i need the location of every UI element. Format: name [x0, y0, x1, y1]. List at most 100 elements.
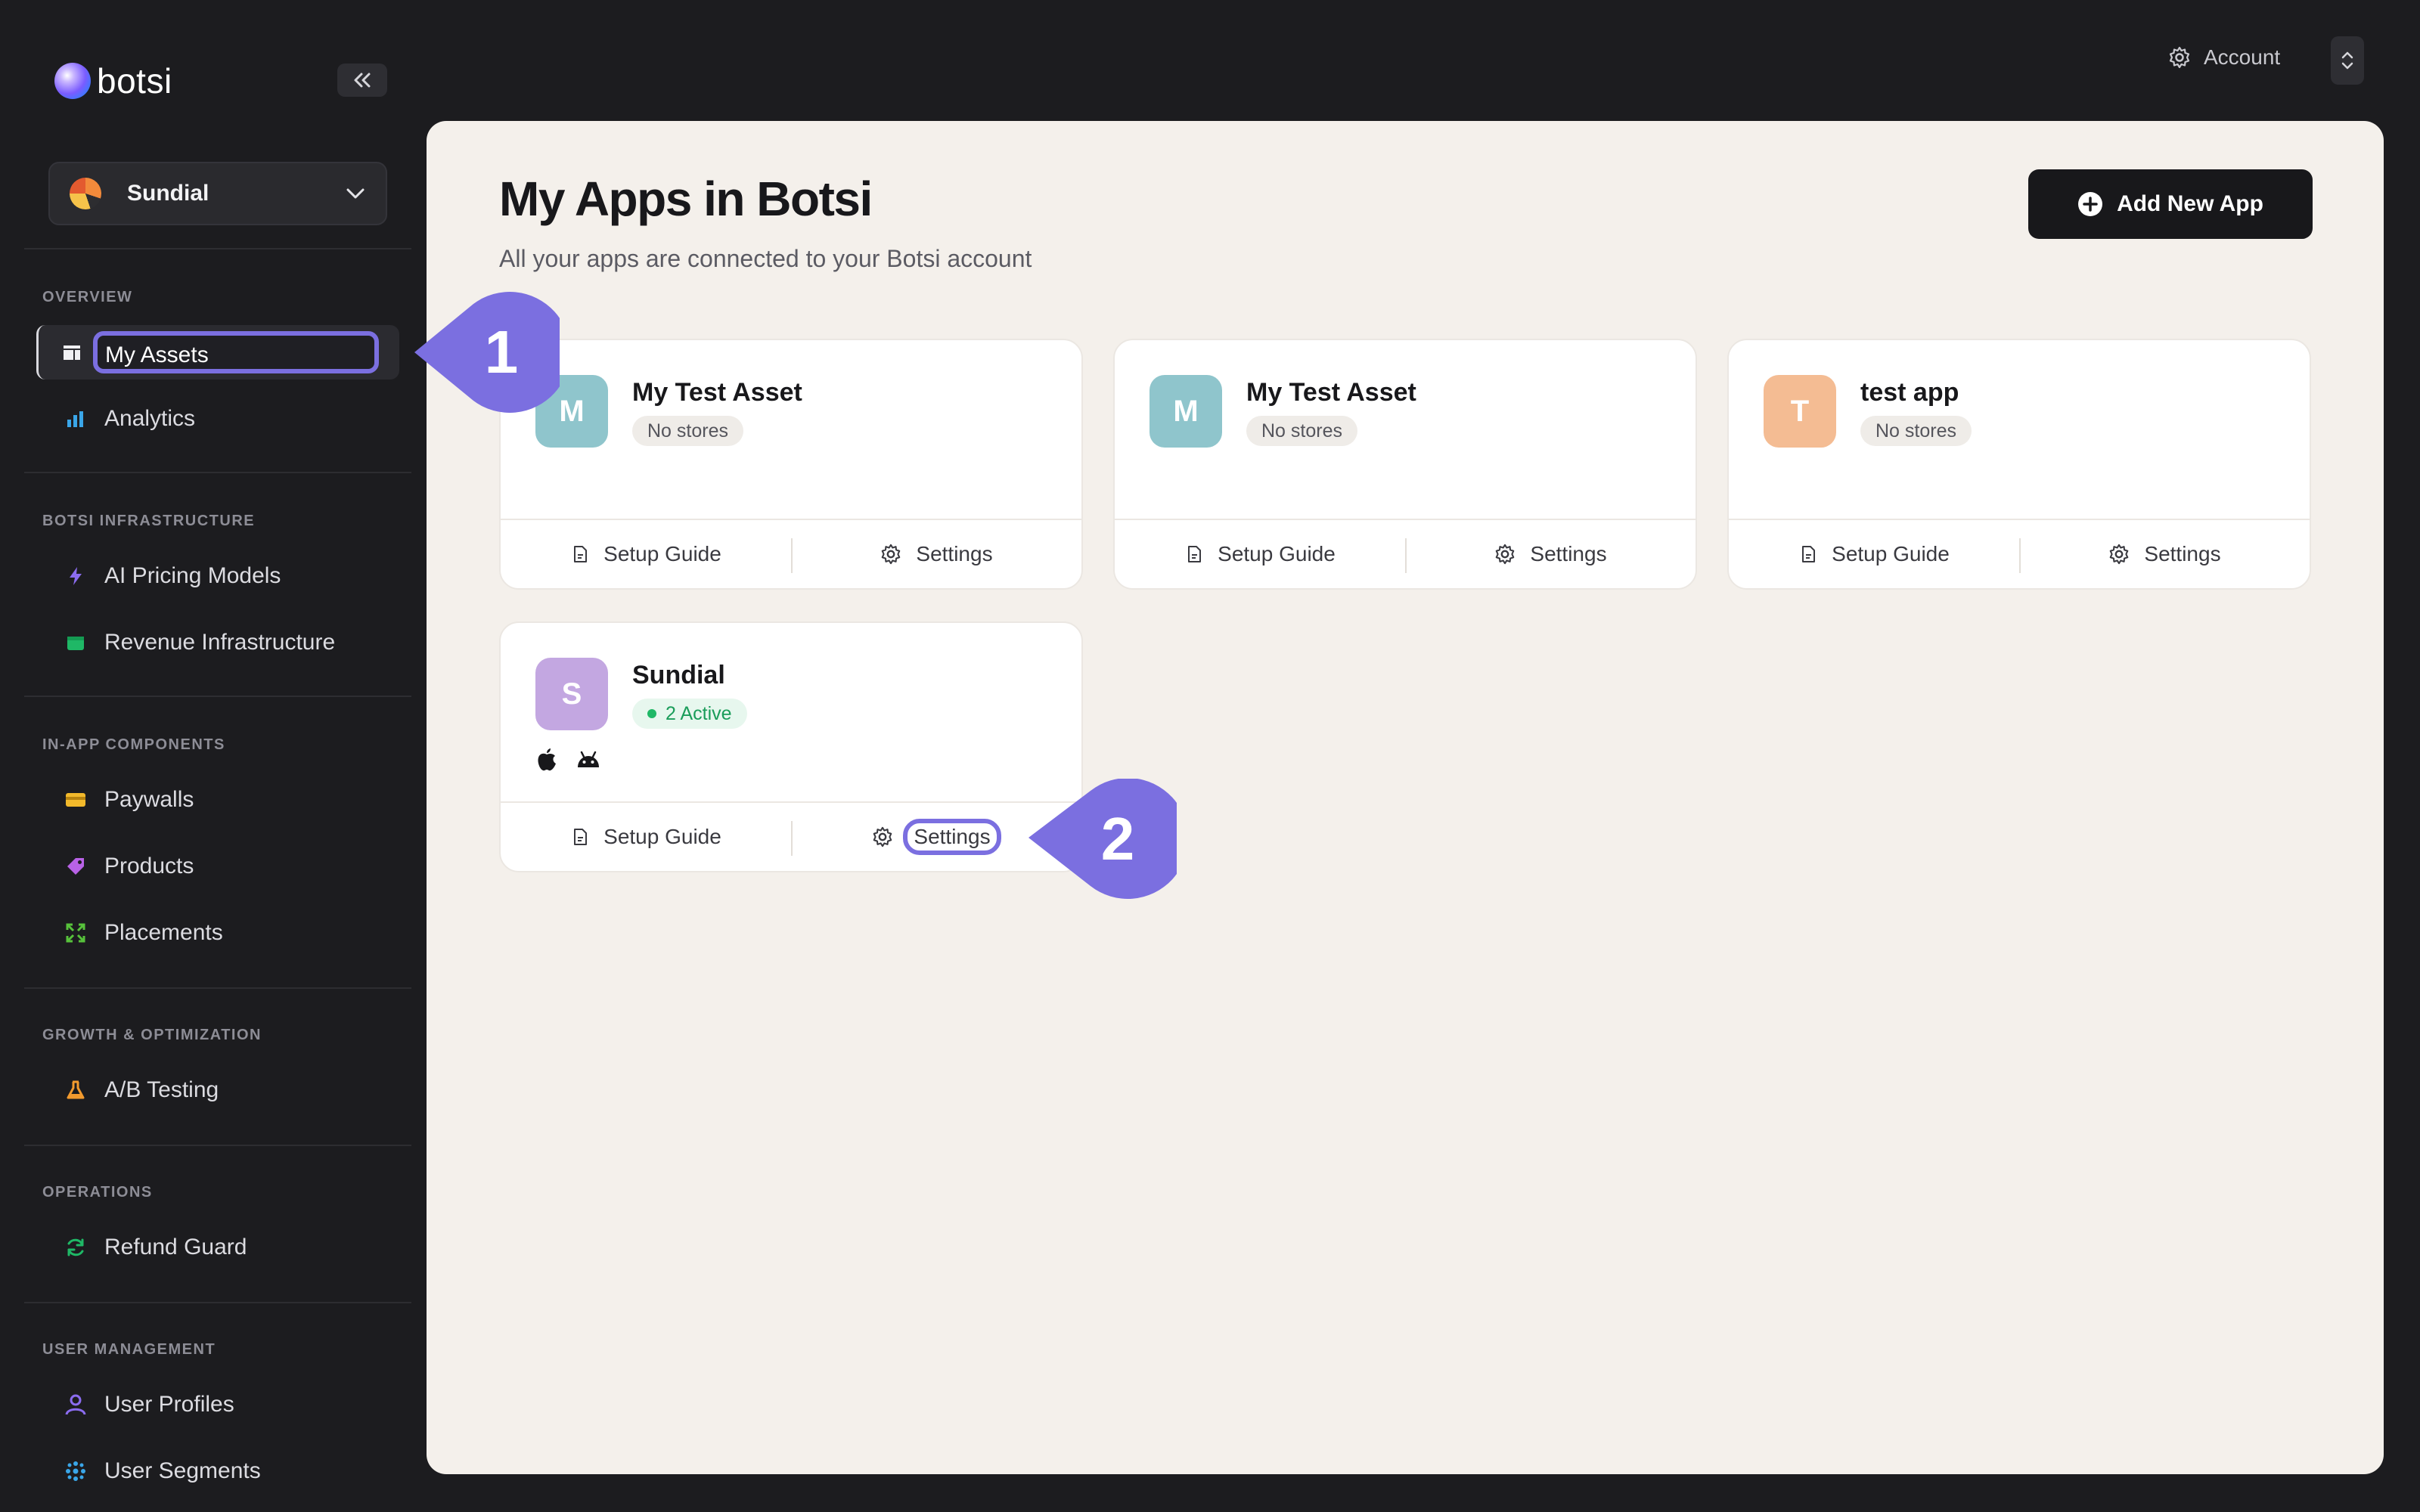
section-title-infrastructure: BOTSI INFRASTRUCTURE [42, 513, 256, 529]
user-icon [64, 1393, 88, 1417]
setup-guide-button[interactable]: Setup Guide [501, 825, 791, 849]
sidebar-divider [24, 1145, 411, 1146]
section-title-growth: GROWTH & OPTIMIZATION [42, 1027, 262, 1043]
lightning-icon [64, 564, 88, 588]
sidebar-item-refund-guard[interactable]: Refund Guard [42, 1220, 398, 1275]
wallet-icon [64, 631, 88, 655]
sidebar-item-label: User Profiles [104, 1392, 234, 1417]
setup-guide-label: Setup Guide [1218, 542, 1336, 565]
document-icon [574, 546, 588, 562]
sidebar-item-label: Paywalls [104, 787, 194, 812]
expand-toggle-button[interactable] [2331, 36, 2364, 85]
page-subtitle: All your apps are connected to your Bots… [499, 245, 1032, 272]
app-avatar: S [535, 658, 608, 730]
sidebar-item-ai-pricing-models[interactable]: AI Pricing Models [42, 549, 398, 603]
sidebar-item-products[interactable]: Products [42, 839, 398, 894]
collapse-sidebar-button[interactable] [337, 64, 387, 97]
gear-icon [1496, 544, 1515, 565]
sidebar-item-user-profiles[interactable]: User Profiles [42, 1377, 398, 1432]
credit-card-icon [64, 788, 88, 812]
sidebar-divider [24, 472, 411, 473]
section-title-overview: OVERVIEW [42, 289, 133, 305]
app-card[interactable]: T test app No stores Setup Guide Setting… [1727, 339, 2311, 590]
section-title-operations: OPERATIONS [42, 1184, 153, 1201]
add-new-app-label: Add New App [2117, 191, 2263, 216]
gear-icon [873, 826, 892, 847]
sidebar-item-user-segments[interactable]: User Segments [42, 1444, 398, 1498]
app-name: Sundial [632, 661, 725, 689]
status-badge: No stores [632, 416, 743, 446]
setup-guide-label: Setup Guide [603, 542, 721, 565]
expand-icon [64, 921, 88, 945]
app-card[interactable]: S Sundial 2 Active Setup Guide Settings [499, 621, 1083, 872]
brand-logo[interactable]: botsi [54, 60, 172, 101]
sidebar-item-paywalls[interactable]: Paywalls [42, 773, 398, 827]
action-divider [1405, 538, 1407, 573]
settings-label: Settings [1530, 542, 1607, 565]
app-card[interactable]: M My Test Asset No stores Setup Guide Se… [1113, 339, 1697, 590]
section-title-user-management: USER MANAGEMENT [42, 1341, 216, 1358]
action-divider [2019, 538, 2021, 573]
sidebar-divider [24, 987, 411, 989]
settings-label: Settings [2144, 542, 2221, 565]
setup-guide-label: Setup Guide [603, 825, 721, 848]
sidebar-item-label: User Segments [104, 1458, 261, 1483]
sidebar-item-label: My Assets [93, 331, 379, 373]
status-dot [647, 709, 656, 718]
step-marker-2: 2 [1028, 778, 1189, 900]
page-title: My Apps in Botsi [499, 172, 873, 226]
refresh-icon [64, 1235, 88, 1259]
double-chevron-left-icon [354, 73, 371, 88]
sidebar-item-revenue-infrastructure[interactable]: Revenue Infrastructure [42, 615, 398, 670]
sidebar-item-label: Refund Guard [104, 1235, 247, 1259]
workspace-name: Sundial [127, 181, 209, 206]
settings-button[interactable]: Settings [791, 542, 1081, 566]
sidebar-item-label: Placements [104, 920, 223, 945]
setup-guide-button[interactable]: Setup Guide [1115, 542, 1405, 566]
workspace-selector[interactable]: Sundial [48, 162, 387, 225]
android-icon [578, 751, 599, 767]
sidebar-item-ab-testing[interactable]: A/B Testing [42, 1063, 398, 1117]
sidebar-item-placements[interactable]: Placements [42, 906, 398, 960]
segments-icon [64, 1459, 88, 1483]
section-title-in-app-components: IN-APP COMPONENTS [42, 736, 225, 753]
sidebar-item-label: Analytics [104, 406, 196, 431]
settings-label: Settings [903, 819, 1001, 855]
app-avatar: T [1764, 375, 1836, 448]
setup-guide-button[interactable]: Setup Guide [1729, 542, 2019, 566]
account-label: Account [2204, 45, 2281, 69]
sidebar-item-label: A/B Testing [104, 1077, 219, 1102]
sidebar: botsi Sundial OVERVIEW My Assets Analyti… [0, 0, 424, 1512]
app-name: My Test Asset [632, 378, 802, 407]
document-icon [574, 829, 588, 845]
bar-chart-icon [64, 407, 88, 431]
apple-icon [538, 748, 556, 771]
main-panel: My Apps in Botsi All your apps are conne… [427, 121, 2384, 1474]
gear-icon [2169, 46, 2190, 69]
logo-orb-icon [54, 63, 91, 99]
workspace-avatar [70, 178, 101, 209]
step-marker-1: 1 [414, 292, 570, 413]
sidebar-item-label: Revenue Infrastructure [104, 630, 336, 655]
app-name: test app [1860, 378, 1959, 407]
app-card[interactable]: M My Test Asset No stores Setup Guide Se… [499, 339, 1083, 590]
sidebar-item-my-assets[interactable]: My Assets [36, 325, 399, 380]
document-icon [1188, 546, 1202, 562]
add-new-app-button[interactable]: Add New App [2028, 169, 2313, 239]
setup-guide-button[interactable]: Setup Guide [501, 542, 791, 566]
sidebar-divider [24, 696, 411, 697]
step-number: 2 [1100, 805, 1135, 872]
account-button[interactable]: Account [2167, 45, 2280, 70]
sidebar-item-label: AI Pricing Models [104, 563, 281, 588]
sidebar-item-label: Products [104, 854, 194, 878]
gear-icon [882, 544, 901, 565]
gear-icon [2110, 544, 2129, 565]
sidebar-divider [24, 248, 411, 249]
sidebar-item-analytics[interactable]: Analytics [42, 392, 398, 446]
tag-icon [64, 854, 88, 878]
plus-circle-icon [2078, 192, 2103, 216]
status-badge: No stores [1860, 416, 1972, 446]
settings-button[interactable]: Settings [2019, 542, 2310, 566]
status-badge: No stores [1246, 416, 1357, 446]
settings-button[interactable]: Settings [1405, 542, 1696, 566]
